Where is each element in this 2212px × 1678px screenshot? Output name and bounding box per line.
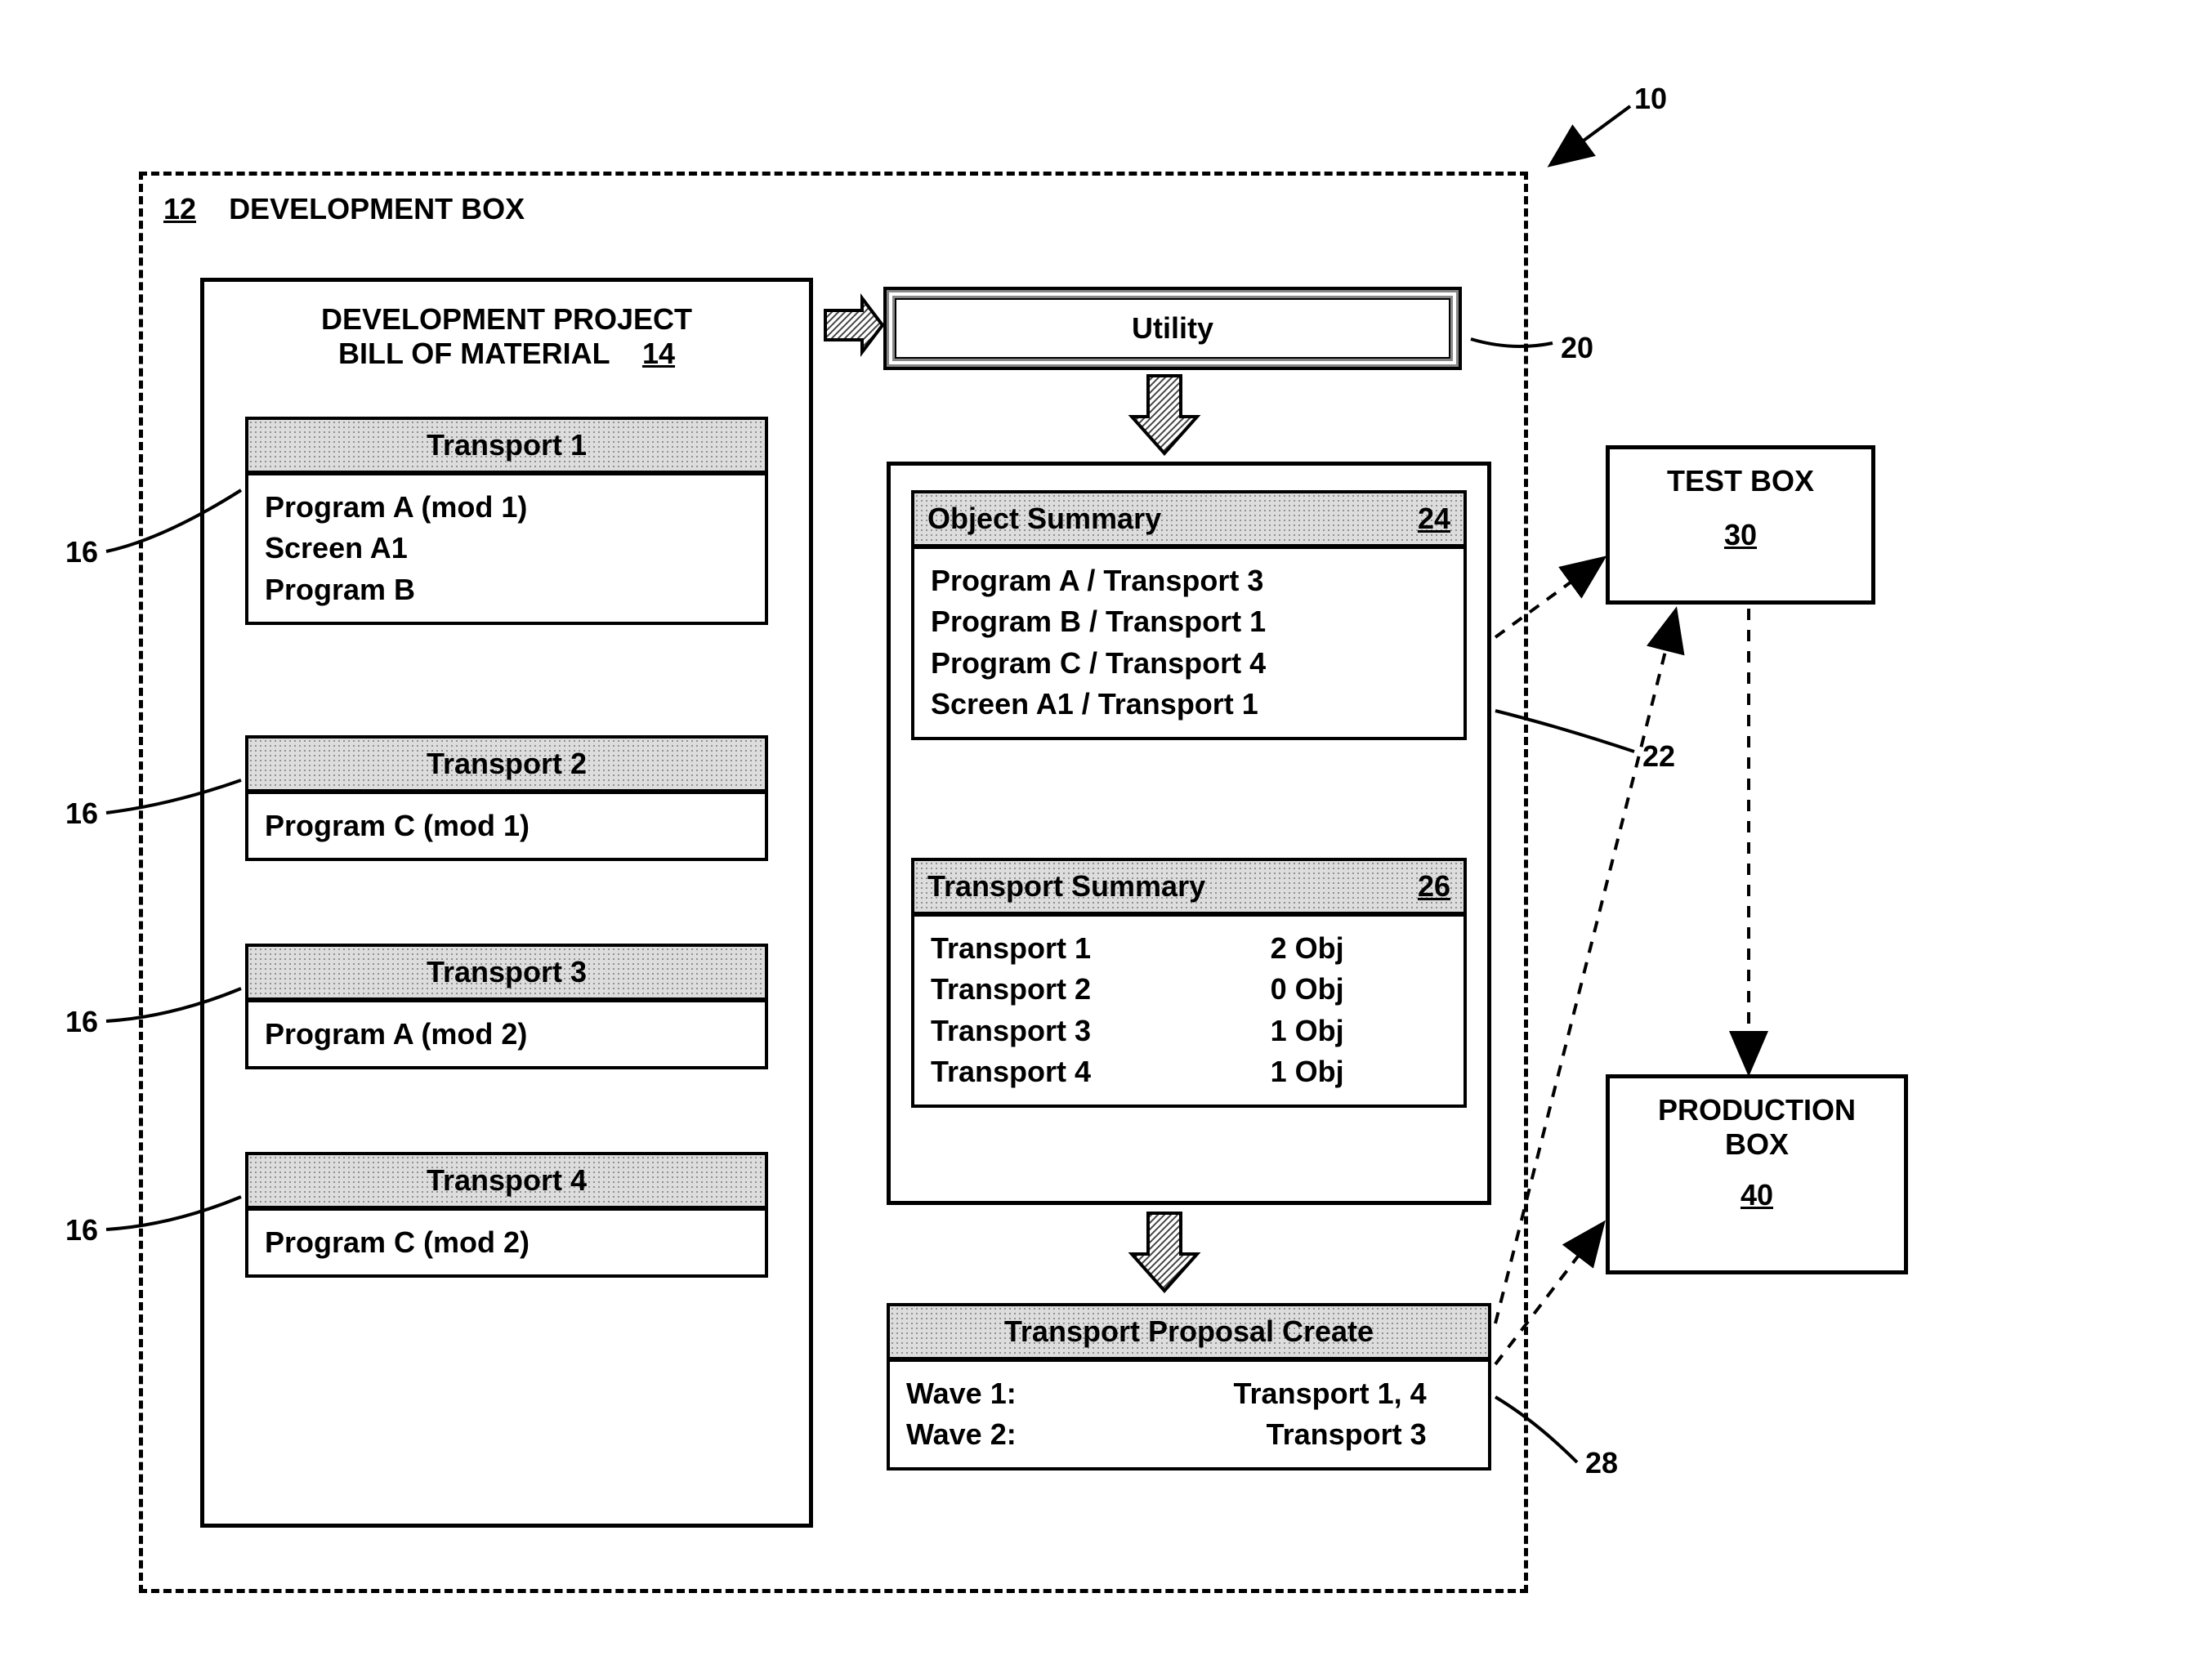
bom-title: DEVELOPMENT PROJECT BILL OF MATERIAL 14 bbox=[253, 302, 760, 371]
utility-label: Utility bbox=[1132, 311, 1213, 345]
transport-4-name: Transport 4 bbox=[427, 1163, 587, 1198]
p0v: Transport 1, 4 bbox=[1234, 1373, 1427, 1414]
ref-16-a: 16 bbox=[65, 535, 98, 569]
p1v: Transport 3 bbox=[1267, 1414, 1427, 1455]
proposal-card: Transport Proposal Create Wave 1: Transpo… bbox=[887, 1303, 1491, 1470]
transport-summary-card: Transport Summary 26 Transport 1 2 Obj Tr… bbox=[911, 858, 1467, 1108]
bom-title-line2: BILL OF MATERIAL bbox=[338, 337, 610, 370]
os-3: Screen A1 / Transport 1 bbox=[931, 684, 1447, 725]
transport-2-name: Transport 2 bbox=[427, 747, 587, 781]
transport-1-header: Transport 1 bbox=[248, 420, 765, 475]
ts1n: Transport 2 bbox=[931, 969, 1091, 1010]
t1-item0: Program A (mod 1) bbox=[265, 487, 749, 528]
transport-4-body: Program C (mod 2) bbox=[248, 1211, 765, 1274]
t4-item0: Program C (mod 2) bbox=[265, 1222, 749, 1263]
ref-utility: 20 bbox=[1561, 331, 1593, 365]
tsum-ref: 26 bbox=[1418, 869, 1450, 904]
ts0n: Transport 1 bbox=[931, 928, 1091, 969]
devbox-title-text: DEVELOPMENT BOX bbox=[229, 192, 525, 225]
bom-ref: 14 bbox=[642, 337, 675, 370]
devbox-title: 12 DEVELOPMENT BOX bbox=[163, 192, 525, 226]
proposal-body: Wave 1: Transport 1, 4 Wave 2: Transport 3 bbox=[890, 1362, 1488, 1467]
object-summary-card: Object Summary 24 Program A / Transport … bbox=[911, 490, 1467, 740]
transport-1-body: Program A (mod 1) Screen A1 Program B bbox=[248, 475, 765, 622]
objsum-title: Object Summary bbox=[927, 502, 1161, 536]
transport-3-name: Transport 3 bbox=[427, 955, 587, 989]
test-box: TEST BOX 30 bbox=[1606, 445, 1875, 605]
devbox-ref: 12 bbox=[163, 192, 196, 225]
p1w: Wave 2: bbox=[906, 1414, 1017, 1455]
transport-4-card: Transport 4 Program C (mod 2) bbox=[245, 1152, 768, 1278]
transport-3-body: Program A (mod 2) bbox=[248, 1002, 765, 1066]
ref-16-d: 16 bbox=[65, 1213, 98, 1247]
ts3c: 1 Obj bbox=[1271, 1051, 1344, 1092]
transport-2-body: Program C (mod 1) bbox=[248, 794, 765, 858]
ts2n: Transport 3 bbox=[931, 1011, 1091, 1051]
t3-item0: Program A (mod 2) bbox=[265, 1014, 749, 1055]
os-0: Program A / Transport 3 bbox=[931, 560, 1447, 601]
object-summary-body: Program A / Transport 3 Program B / Tran… bbox=[914, 549, 1463, 737]
testbox-title: TEST BOX bbox=[1610, 464, 1871, 498]
prodbox-title2: BOX bbox=[1610, 1127, 1904, 1162]
ts3n: Transport 4 bbox=[931, 1051, 1091, 1092]
p0w: Wave 1: bbox=[906, 1373, 1017, 1414]
testbox-ref: 30 bbox=[1610, 518, 1871, 552]
ref-16-b: 16 bbox=[65, 797, 98, 831]
production-box: PRODUCTION BOX 40 bbox=[1606, 1074, 1908, 1274]
proposal-header: Transport Proposal Create bbox=[890, 1306, 1488, 1362]
transport-1-card: Transport 1 Program A (mod 1) Screen A1 … bbox=[245, 417, 768, 625]
tsum-title: Transport Summary bbox=[927, 869, 1205, 904]
prodbox-ref: 40 bbox=[1610, 1178, 1904, 1212]
ts1c: 0 Obj bbox=[1271, 969, 1344, 1010]
os-2: Program C / Transport 4 bbox=[931, 643, 1447, 684]
ts0c: 2 Obj bbox=[1271, 928, 1344, 969]
ts2c: 1 Obj bbox=[1271, 1011, 1344, 1051]
prodbox-title1: PRODUCTION bbox=[1610, 1093, 1904, 1127]
ref-system: 10 bbox=[1634, 82, 1667, 116]
utility-box: Utility bbox=[887, 290, 1459, 367]
objsum-ref: 24 bbox=[1418, 502, 1450, 536]
t1-item1: Screen A1 bbox=[265, 528, 749, 569]
transport-summary-body: Transport 1 2 Obj Transport 2 0 Obj Transp… bbox=[914, 917, 1463, 1105]
ref-summarybox: 22 bbox=[1642, 739, 1675, 774]
transport-2-card: Transport 2 Program C (mod 1) bbox=[245, 735, 768, 861]
transport-3-header: Transport 3 bbox=[248, 947, 765, 1002]
object-summary-header: Object Summary 24 bbox=[914, 493, 1463, 549]
transport-4-header: Transport 4 bbox=[248, 1155, 765, 1211]
transport-3-card: Transport 3 Program A (mod 2) bbox=[245, 944, 768, 1069]
transport-1-name: Transport 1 bbox=[427, 428, 587, 462]
ref-16-c: 16 bbox=[65, 1005, 98, 1039]
ref-proposal: 28 bbox=[1585, 1446, 1618, 1480]
os-1: Program B / Transport 1 bbox=[931, 601, 1447, 642]
proposal-title: Transport Proposal Create bbox=[1004, 1314, 1374, 1349]
transport-summary-header: Transport Summary 26 bbox=[914, 861, 1463, 917]
t2-item0: Program C (mod 1) bbox=[265, 806, 749, 846]
t1-item2: Program B bbox=[265, 569, 749, 610]
bom-title-line1: DEVELOPMENT PROJECT bbox=[253, 302, 760, 337]
transport-2-header: Transport 2 bbox=[248, 739, 765, 794]
